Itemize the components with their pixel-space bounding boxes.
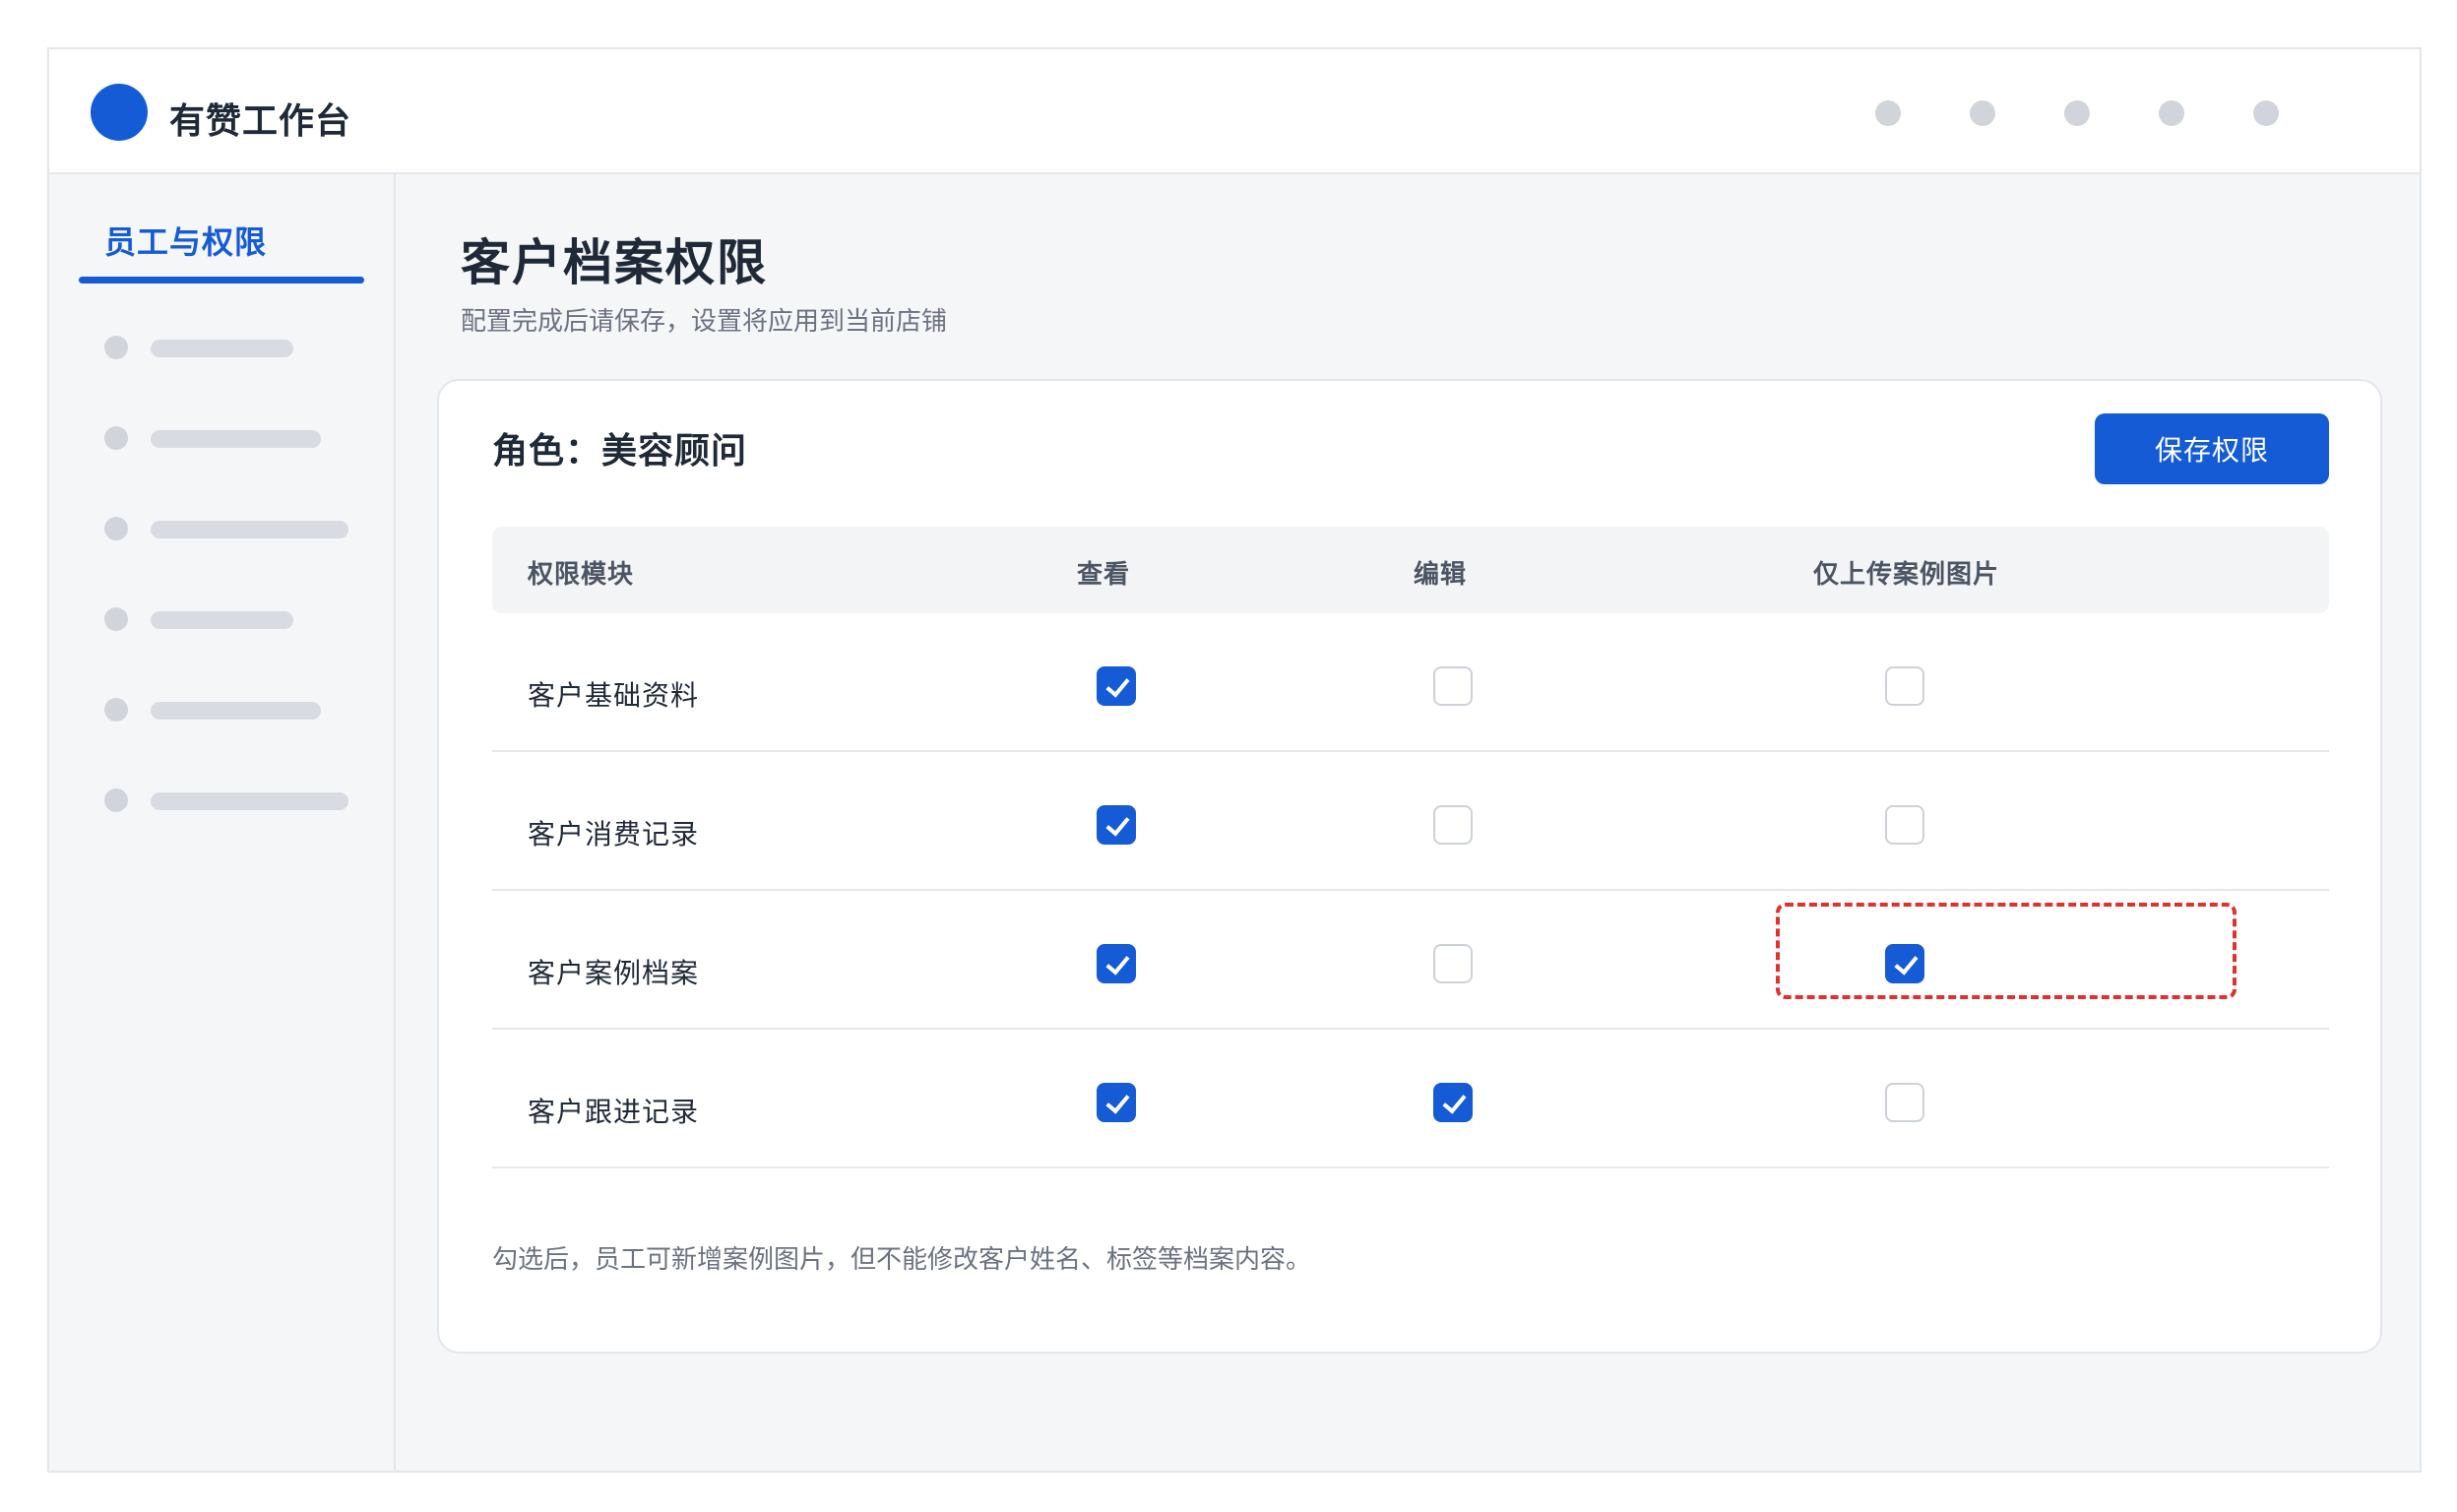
- sidebar-item-placeholder[interactable]: [49, 781, 394, 820]
- view-checkbox[interactable]: [1097, 1083, 1136, 1122]
- role-title: 角色：美容顾问: [492, 431, 748, 472]
- edit-checkbox[interactable]: [1433, 805, 1473, 845]
- row-label: 客户跟进记录: [528, 1096, 700, 1128]
- sidebar-item-placeholder[interactable]: [49, 599, 394, 639]
- text-placeholder: [151, 611, 293, 629]
- sidebar-item-placeholder[interactable]: [49, 690, 394, 729]
- upload-checkbox[interactable]: [1885, 1083, 1924, 1122]
- dot-icon[interactable]: [1970, 100, 1995, 126]
- edit-checkbox[interactable]: [1433, 666, 1473, 706]
- column-header-edit: 编辑: [1414, 560, 1468, 590]
- dot-icon[interactable]: [1875, 100, 1901, 126]
- view-checkbox[interactable]: [1097, 805, 1136, 845]
- dot-icon[interactable]: [2253, 100, 2279, 126]
- permission-card: 角色：美容顾问 保存权限 权限模块 查看 编辑 仅上传案例图片 客户基础资料 客…: [437, 379, 2382, 1354]
- text-placeholder: [151, 702, 321, 720]
- row-label: 客户基础资料: [528, 679, 700, 712]
- upload-checkbox[interactable]: [1885, 666, 1924, 706]
- dot-icon[interactable]: [2159, 100, 2184, 126]
- text-placeholder: [151, 521, 348, 538]
- dot-icon: [104, 788, 128, 812]
- table-row: 客户跟进记录: [492, 1030, 2329, 1168]
- dot-icon: [104, 336, 128, 359]
- view-checkbox[interactable]: [1097, 666, 1136, 706]
- table-row: 客户案例档案: [492, 891, 2329, 1030]
- view-checkbox[interactable]: [1097, 944, 1136, 983]
- highlight-box: [1776, 903, 2236, 999]
- edit-checkbox[interactable]: [1433, 1083, 1473, 1122]
- dot-icon: [104, 607, 128, 631]
- save-permissions-button[interactable]: 保存权限: [2095, 413, 2329, 484]
- page-title: 客户档案权限: [461, 234, 768, 291]
- app-window: 有赞工作台 员工与权限 客户档案权限 配置完成后请保存，设置将应用到当前店铺 角…: [47, 47, 2422, 1473]
- column-header-module: 权限模块: [528, 560, 635, 590]
- dot-icon: [104, 426, 128, 450]
- row-label: 客户案例档案: [528, 957, 700, 989]
- text-placeholder: [151, 792, 348, 810]
- sidebar: 员工与权限: [49, 174, 396, 1471]
- sidebar-item-placeholder[interactable]: [49, 418, 394, 458]
- app-title: 有赞工作台: [169, 101, 352, 142]
- upload-checkbox[interactable]: [1885, 944, 1924, 983]
- app-logo: [91, 84, 148, 141]
- active-tab-indicator: [79, 277, 364, 284]
- table-row: 客户消费记录: [492, 752, 2329, 891]
- row-label: 客户消费记录: [528, 818, 700, 850]
- dot-icon: [104, 517, 128, 540]
- top-bar: 有赞工作台: [49, 49, 2420, 174]
- text-placeholder: [151, 340, 293, 357]
- column-header-upload-case-images: 仅上传案例图片: [1813, 560, 2000, 590]
- main-content: 客户档案权限 配置完成后请保存，设置将应用到当前店铺 角色：美容顾问 保存权限 …: [396, 174, 2420, 1471]
- upload-checkbox[interactable]: [1885, 805, 1924, 845]
- table-row: 客户基础资料: [492, 613, 2329, 752]
- table-header: 权限模块 查看 编辑 仅上传案例图片: [492, 527, 2329, 613]
- permission-note: 勾选后，员工可新增案例图片，但不能修改客户姓名、标签等档案内容。: [492, 1245, 1312, 1275]
- text-placeholder: [151, 430, 321, 448]
- sidebar-item-placeholder[interactable]: [49, 328, 394, 367]
- dot-icon[interactable]: [2064, 100, 2090, 126]
- page-subtitle: 配置完成后请保存，设置将应用到当前店铺: [461, 307, 948, 337]
- edit-checkbox[interactable]: [1433, 944, 1473, 983]
- dot-icon: [104, 698, 128, 722]
- sidebar-item-placeholder[interactable]: [49, 509, 394, 548]
- column-header-view: 查看: [1077, 560, 1131, 590]
- sidebar-item-staff-permissions[interactable]: 员工与权限: [104, 218, 267, 263]
